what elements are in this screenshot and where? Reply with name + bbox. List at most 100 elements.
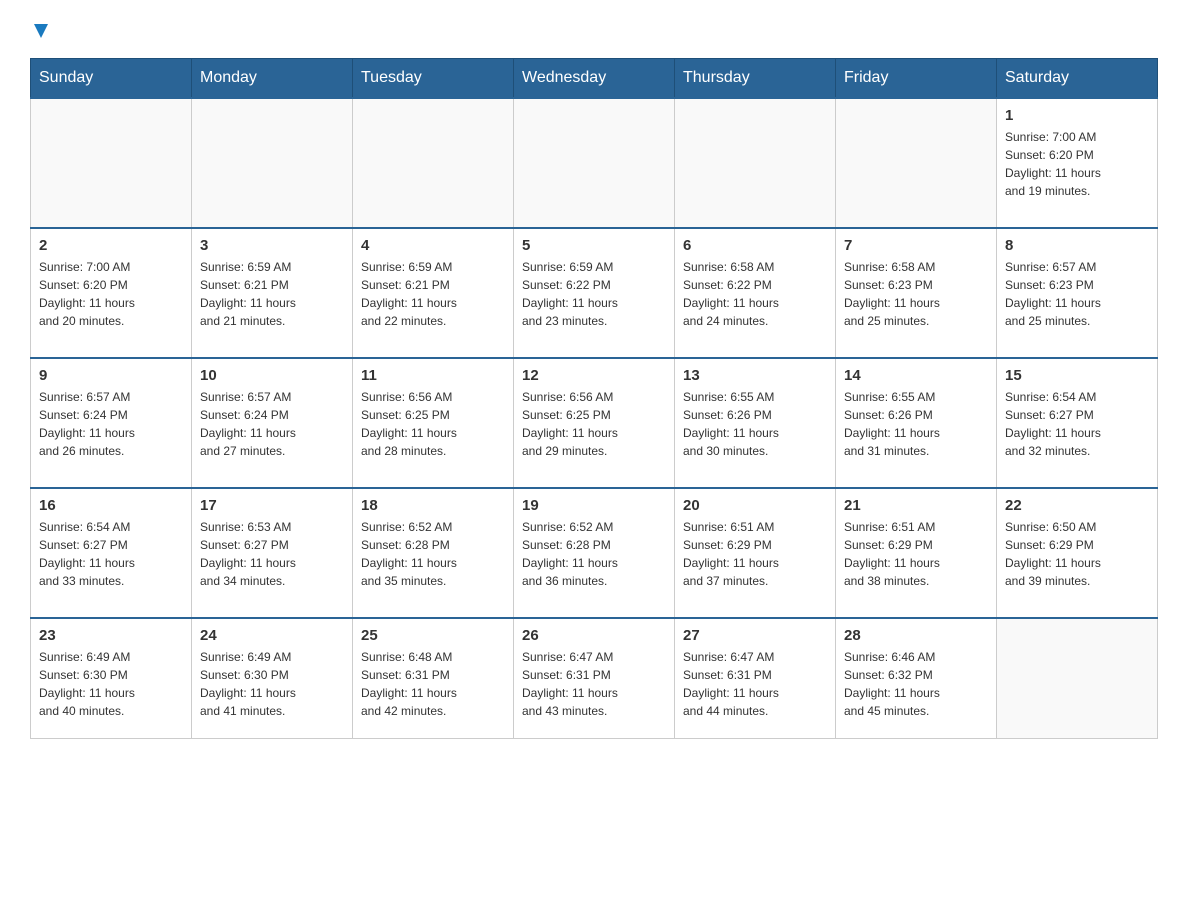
day-info: Sunrise: 6:58 AM Sunset: 6:23 PM Dayligh… <box>844 258 988 330</box>
calendar-cell <box>31 98 192 228</box>
calendar-cell: 6 Sunrise: 6:58 AM Sunset: 6:22 PM Daylig… <box>675 228 836 358</box>
weekday-header-tuesday: Tuesday <box>353 59 514 99</box>
weekday-header-saturday: Saturday <box>997 59 1158 99</box>
day-info: Sunrise: 6:51 AM Sunset: 6:29 PM Dayligh… <box>844 518 988 590</box>
logo <box>30 20 52 42</box>
day-number: 13 <box>683 367 827 384</box>
day-number: 12 <box>522 367 666 384</box>
calendar-cell: 7 Sunrise: 6:58 AM Sunset: 6:23 PM Daylig… <box>836 228 997 358</box>
weekday-header-thursday: Thursday <box>675 59 836 99</box>
day-number: 6 <box>683 237 827 254</box>
day-number: 11 <box>361 367 505 384</box>
day-info: Sunrise: 6:57 AM Sunset: 6:24 PM Dayligh… <box>39 388 183 460</box>
weekday-header-sunday: Sunday <box>31 59 192 99</box>
day-info: Sunrise: 6:49 AM Sunset: 6:30 PM Dayligh… <box>200 648 344 720</box>
calendar-week-3: 9 Sunrise: 6:57 AM Sunset: 6:24 PM Daylig… <box>31 358 1158 488</box>
calendar-cell <box>997 618 1158 738</box>
day-info: Sunrise: 6:49 AM Sunset: 6:30 PM Dayligh… <box>39 648 183 720</box>
day-info: Sunrise: 6:57 AM Sunset: 6:23 PM Dayligh… <box>1005 258 1149 330</box>
calendar-cell: 28 Sunrise: 6:46 AM Sunset: 6:32 PM Dayli… <box>836 618 997 738</box>
day-number: 17 <box>200 497 344 514</box>
day-number: 16 <box>39 497 183 514</box>
calendar-cell: 11 Sunrise: 6:56 AM Sunset: 6:25 PM Dayli… <box>353 358 514 488</box>
day-info: Sunrise: 6:46 AM Sunset: 6:32 PM Dayligh… <box>844 648 988 720</box>
day-info: Sunrise: 6:48 AM Sunset: 6:31 PM Dayligh… <box>361 648 505 720</box>
calendar-week-1: 1 Sunrise: 7:00 AM Sunset: 6:20 PM Daylig… <box>31 98 1158 228</box>
calendar-cell: 18 Sunrise: 6:52 AM Sunset: 6:28 PM Dayli… <box>353 488 514 618</box>
page-header <box>30 20 1158 42</box>
calendar-cell: 21 Sunrise: 6:51 AM Sunset: 6:29 PM Dayli… <box>836 488 997 618</box>
day-info: Sunrise: 6:59 AM Sunset: 6:21 PM Dayligh… <box>200 258 344 330</box>
day-number: 22 <box>1005 497 1149 514</box>
day-number: 25 <box>361 627 505 644</box>
day-number: 7 <box>844 237 988 254</box>
day-info: Sunrise: 6:47 AM Sunset: 6:31 PM Dayligh… <box>522 648 666 720</box>
weekday-header-monday: Monday <box>192 59 353 99</box>
day-number: 14 <box>844 367 988 384</box>
calendar-cell: 8 Sunrise: 6:57 AM Sunset: 6:23 PM Daylig… <box>997 228 1158 358</box>
calendar-cell <box>836 98 997 228</box>
day-info: Sunrise: 6:50 AM Sunset: 6:29 PM Dayligh… <box>1005 518 1149 590</box>
day-number: 28 <box>844 627 988 644</box>
weekday-header-wednesday: Wednesday <box>514 59 675 99</box>
day-number: 1 <box>1005 107 1149 124</box>
day-info: Sunrise: 6:55 AM Sunset: 6:26 PM Dayligh… <box>844 388 988 460</box>
calendar-week-4: 16 Sunrise: 6:54 AM Sunset: 6:27 PM Dayli… <box>31 488 1158 618</box>
day-info: Sunrise: 6:59 AM Sunset: 6:22 PM Dayligh… <box>522 258 666 330</box>
calendar-cell <box>192 98 353 228</box>
day-number: 4 <box>361 237 505 254</box>
day-number: 20 <box>683 497 827 514</box>
day-info: Sunrise: 6:51 AM Sunset: 6:29 PM Dayligh… <box>683 518 827 590</box>
day-info: Sunrise: 6:58 AM Sunset: 6:22 PM Dayligh… <box>683 258 827 330</box>
day-number: 5 <box>522 237 666 254</box>
calendar-cell: 9 Sunrise: 6:57 AM Sunset: 6:24 PM Daylig… <box>31 358 192 488</box>
day-number: 8 <box>1005 237 1149 254</box>
day-info: Sunrise: 6:54 AM Sunset: 6:27 PM Dayligh… <box>1005 388 1149 460</box>
calendar-cell: 25 Sunrise: 6:48 AM Sunset: 6:31 PM Dayli… <box>353 618 514 738</box>
day-info: Sunrise: 6:56 AM Sunset: 6:25 PM Dayligh… <box>361 388 505 460</box>
day-info: Sunrise: 6:57 AM Sunset: 6:24 PM Dayligh… <box>200 388 344 460</box>
day-info: Sunrise: 6:53 AM Sunset: 6:27 PM Dayligh… <box>200 518 344 590</box>
day-info: Sunrise: 7:00 AM Sunset: 6:20 PM Dayligh… <box>39 258 183 330</box>
calendar-cell: 16 Sunrise: 6:54 AM Sunset: 6:27 PM Dayli… <box>31 488 192 618</box>
day-number: 24 <box>200 627 344 644</box>
day-number: 3 <box>200 237 344 254</box>
calendar-cell: 12Sunrise: 6:56 AM Sunset: 6:25 PM Dayli… <box>514 358 675 488</box>
calendar-cell: 24 Sunrise: 6:49 AM Sunset: 6:30 PM Dayli… <box>192 618 353 738</box>
calendar-week-2: 2 Sunrise: 7:00 AM Sunset: 6:20 PM Daylig… <box>31 228 1158 358</box>
day-number: 27 <box>683 627 827 644</box>
day-info: Sunrise: 6:54 AM Sunset: 6:27 PM Dayligh… <box>39 518 183 590</box>
calendar-cell: 14 Sunrise: 6:55 AM Sunset: 6:26 PM Dayli… <box>836 358 997 488</box>
calendar-cell: 20 Sunrise: 6:51 AM Sunset: 6:29 PM Dayli… <box>675 488 836 618</box>
calendar-cell: 10 Sunrise: 6:57 AM Sunset: 6:24 PM Dayli… <box>192 358 353 488</box>
day-info: Sunrise: 6:52 AM Sunset: 6:28 PM Dayligh… <box>522 518 666 590</box>
day-number: 2 <box>39 237 183 254</box>
calendar-cell <box>353 98 514 228</box>
weekday-header-row: SundayMondayTuesdayWednesdayThursdayFrid… <box>31 59 1158 99</box>
day-info: Sunrise: 7:00 AM Sunset: 6:20 PM Dayligh… <box>1005 128 1149 200</box>
day-number: 9 <box>39 367 183 384</box>
calendar-cell: 17 Sunrise: 6:53 AM Sunset: 6:27 PM Dayli… <box>192 488 353 618</box>
calendar-cell: 1 Sunrise: 7:00 AM Sunset: 6:20 PM Daylig… <box>997 98 1158 228</box>
calendar-cell <box>675 98 836 228</box>
calendar-cell: 22 Sunrise: 6:50 AM Sunset: 6:29 PM Dayli… <box>997 488 1158 618</box>
calendar-cell: 15Sunrise: 6:54 AM Sunset: 6:27 PM Dayli… <box>997 358 1158 488</box>
calendar-week-5: 23Sunrise: 6:49 AM Sunset: 6:30 PM Dayli… <box>31 618 1158 738</box>
day-number: 18 <box>361 497 505 514</box>
day-number: 21 <box>844 497 988 514</box>
day-number: 26 <box>522 627 666 644</box>
weekday-header-friday: Friday <box>836 59 997 99</box>
calendar-cell: 4 Sunrise: 6:59 AM Sunset: 6:21 PM Daylig… <box>353 228 514 358</box>
day-info: Sunrise: 6:59 AM Sunset: 6:21 PM Dayligh… <box>361 258 505 330</box>
calendar-cell: 5 Sunrise: 6:59 AM Sunset: 6:22 PM Daylig… <box>514 228 675 358</box>
day-number: 10 <box>200 367 344 384</box>
calendar-cell: 19 Sunrise: 6:52 AM Sunset: 6:28 PM Dayli… <box>514 488 675 618</box>
calendar-cell: 23Sunrise: 6:49 AM Sunset: 6:30 PM Dayli… <box>31 618 192 738</box>
calendar-cell: 13 Sunrise: 6:55 AM Sunset: 6:26 PM Dayli… <box>675 358 836 488</box>
day-info: Sunrise: 6:52 AM Sunset: 6:28 PM Dayligh… <box>361 518 505 590</box>
day-info: Sunrise: 6:55 AM Sunset: 6:26 PM Dayligh… <box>683 388 827 460</box>
logo-triangle-icon <box>30 20 52 42</box>
calendar-cell <box>514 98 675 228</box>
calendar-cell: 26 Sunrise: 6:47 AM Sunset: 6:31 PM Dayli… <box>514 618 675 738</box>
day-number: 19 <box>522 497 666 514</box>
